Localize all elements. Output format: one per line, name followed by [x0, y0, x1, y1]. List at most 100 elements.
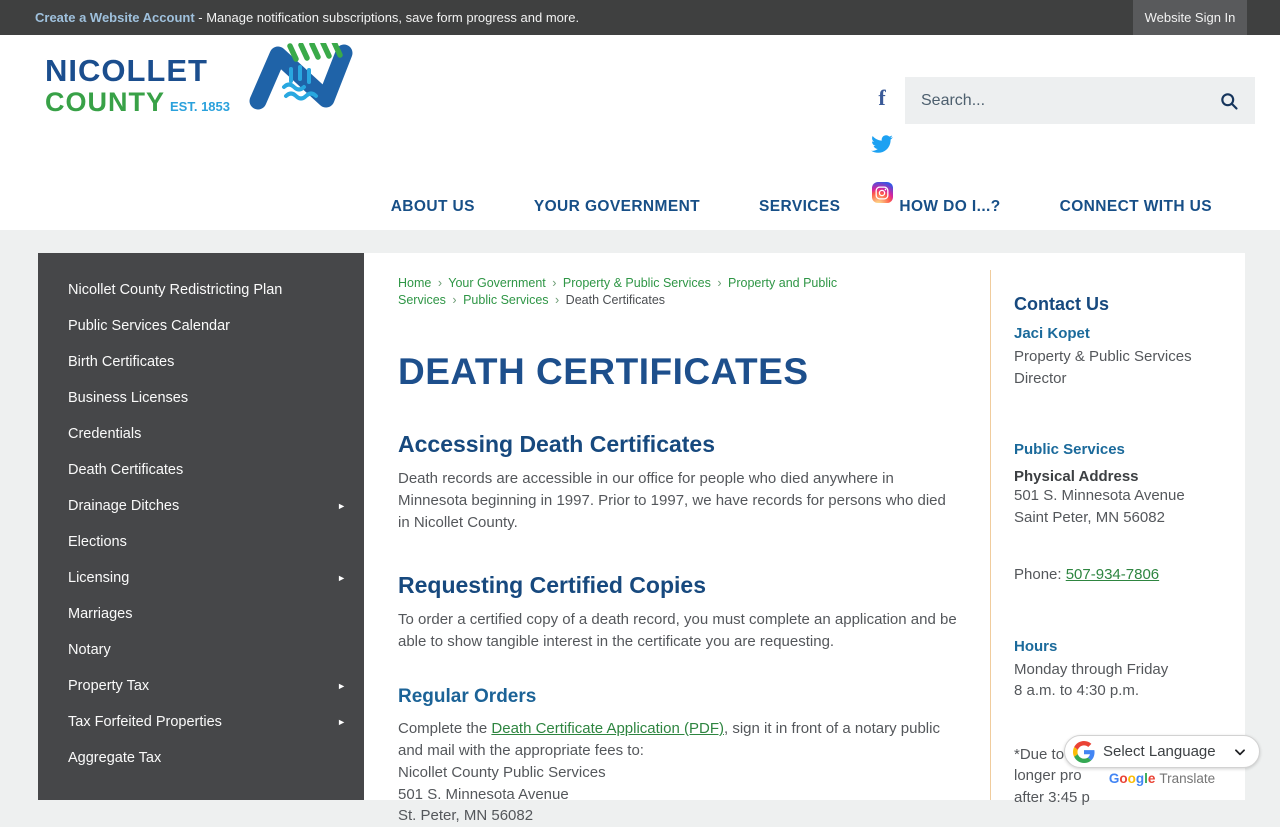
sidebar-item-label: Drainage Ditches	[68, 497, 179, 515]
search-bar	[905, 77, 1255, 124]
google-wordmark: g	[1136, 771, 1144, 786]
breadcrumb-separator: ›	[552, 276, 556, 290]
hours-title: Hours	[1014, 638, 1235, 655]
submenu-arrow-icon: ►	[337, 497, 346, 515]
google-translate-brand: GoogleTranslate	[1064, 771, 1260, 786]
account-tagline: - Manage notification subscriptions, sav…	[195, 10, 579, 25]
twitter-icon[interactable]	[871, 135, 893, 158]
sidebar-item-business-licenses[interactable]: Business Licenses	[38, 380, 364, 416]
nav-services[interactable]: SERVICES	[759, 198, 840, 216]
section-accessing-title: Accessing Death Certificates	[398, 431, 960, 458]
logo-text-est: EST. 1853	[170, 100, 230, 113]
section-regular-orders-body: Complete the Death Certificate Applicati…	[398, 718, 960, 762]
complexity-note-line: after 3:45 p	[1014, 787, 1235, 809]
google-g-icon	[1073, 741, 1095, 763]
regular-orders-prefix: Complete the	[398, 720, 491, 737]
contact-us-title: Contact Us	[1014, 294, 1235, 315]
mail-address-line: St. Peter, MN 56082	[398, 805, 960, 827]
contact-person-link[interactable]: Jaci Kopet	[1014, 325, 1235, 342]
sidebar-item-marriages[interactable]: Marriages	[38, 596, 364, 632]
sidebar-item-label: Death Certificates	[68, 461, 183, 479]
sidebar-item-label: Tax Forfeited Properties	[68, 713, 222, 731]
contact-person-role: Property & Public Services	[1014, 346, 1235, 368]
nav-about-us[interactable]: ABOUT US	[391, 198, 475, 216]
sidebar-item-label: Aggregate Tax	[68, 749, 161, 767]
public-services-link[interactable]: Public Services	[1014, 441, 1235, 458]
main-content: Home › Your Government › Property & Publ…	[364, 253, 990, 800]
physical-address-line: 501 S. Minnesota Avenue	[1014, 485, 1235, 507]
sidebar-item-label: Credentials	[68, 425, 141, 443]
sidebar-item-elections[interactable]: Elections	[38, 524, 364, 560]
breadcrumb-separator: ›	[452, 293, 456, 307]
sidebar-item-licensing[interactable]: Licensing ►	[38, 560, 364, 596]
sidebar-item-drainage-ditches[interactable]: Drainage Ditches ►	[38, 488, 364, 524]
section-requesting-title: Requesting Certified Copies	[398, 572, 960, 599]
sidebar-item-label: Nicollet County Redistricting Plan	[68, 281, 282, 299]
breadcrumb-separator: ›	[555, 293, 559, 307]
sidebar-item-label: Birth Certificates	[68, 353, 174, 371]
google-wordmark: G	[1109, 771, 1120, 786]
hours-line: 8 a.m. to 4:30 p.m.	[1014, 680, 1235, 702]
google-wordmark: e	[1148, 771, 1156, 786]
death-certificate-application-pdf-link[interactable]: Death Certificate Application (PDF)	[491, 720, 724, 737]
top-utility-bar: Create a Website Account - Manage notifi…	[0, 0, 1280, 35]
logo-text-nicollet: NICOLLET	[45, 55, 230, 86]
topbar-spacer	[1247, 0, 1280, 35]
phone-label: Phone:	[1014, 566, 1066, 583]
submenu-arrow-icon: ►	[337, 713, 346, 731]
sidebar-item-label: Elections	[68, 533, 127, 551]
contact-person-role: Director	[1014, 368, 1235, 390]
google-translate-widget: Select Language GoogleTranslate	[1064, 735, 1260, 786]
nav-how-do-i[interactable]: HOW DO I...?	[899, 198, 1000, 216]
select-language-dropdown[interactable]: Select Language	[1064, 735, 1260, 768]
logo-text-county: COUNTY	[45, 89, 165, 116]
physical-address-line: Saint Peter, MN 56082	[1014, 507, 1235, 529]
select-language-label: Select Language	[1103, 743, 1233, 760]
sidebar-item-redistricting-plan[interactable]: Nicollet County Redistricting Plan	[38, 272, 364, 308]
translate-word: Translate	[1159, 771, 1215, 786]
website-sign-in-button[interactable]: Website Sign In	[1133, 0, 1247, 35]
county-logo-mark-icon	[244, 43, 356, 122]
nav-your-government[interactable]: YOUR GOVERNMENT	[534, 198, 700, 216]
phone-row: Phone: 507-934-7806	[1014, 564, 1235, 586]
sidebar-item-label: Licensing	[68, 569, 129, 587]
hours-line: Monday through Friday	[1014, 659, 1235, 681]
main-navigation: ABOUT US YOUR GOVERNMENT SERVICES HOW DO…	[391, 184, 1212, 230]
breadcrumb-current: Death Certificates	[566, 293, 665, 307]
sidebar-item-credentials[interactable]: Credentials	[38, 416, 364, 452]
sidebar-item-label: Marriages	[68, 605, 132, 623]
sidebar-item-aggregate-tax[interactable]: Aggregate Tax	[38, 740, 364, 776]
breadcrumb-property-public-services[interactable]: Property & Public Services	[563, 276, 711, 290]
google-wordmark: o	[1128, 771, 1136, 786]
account-promo: Create a Website Account - Manage notifi…	[0, 10, 579, 25]
sidebar-item-public-services-calendar[interactable]: Public Services Calendar	[38, 308, 364, 344]
sidebar-item-birth-certificates[interactable]: Birth Certificates	[38, 344, 364, 380]
county-logo[interactable]: NICOLLET COUNTY EST. 1853	[45, 49, 356, 122]
google-wordmark: o	[1119, 771, 1127, 786]
site-header: NICOLLET COUNTY EST. 1853	[0, 35, 1280, 230]
search-icon[interactable]	[1219, 91, 1239, 111]
page-title: DEATH CERTIFICATES	[398, 351, 960, 393]
create-account-link[interactable]: Create a Website Account	[35, 10, 195, 25]
breadcrumb-separator: ›	[438, 276, 442, 290]
sidebar-item-death-certificates[interactable]: Death Certificates	[38, 452, 364, 488]
mail-address-line: 501 S. Minnesota Avenue	[398, 784, 960, 806]
breadcrumb-home[interactable]: Home	[398, 276, 431, 290]
breadcrumb-your-government[interactable]: Your Government	[448, 276, 546, 290]
contact-sidebar: Contact Us Jaci Kopet Property & Public …	[990, 270, 1245, 800]
chevron-down-icon	[1233, 745, 1247, 759]
breadcrumb: Home › Your Government › Property & Publ…	[398, 275, 838, 309]
breadcrumb-separator: ›	[717, 276, 721, 290]
submenu-arrow-icon: ►	[337, 569, 346, 587]
breadcrumb-public-services[interactable]: Public Services	[463, 293, 548, 307]
left-side-navigation: Nicollet County Redistricting Plan Publi…	[38, 253, 364, 800]
phone-number-link[interactable]: 507-934-7806	[1066, 566, 1159, 583]
search-input[interactable]	[921, 92, 1219, 110]
facebook-icon[interactable]: f	[878, 85, 885, 111]
sidebar-item-notary[interactable]: Notary	[38, 632, 364, 668]
physical-address-label: Physical Address	[1014, 468, 1235, 485]
sidebar-item-property-tax[interactable]: Property Tax►	[38, 668, 364, 704]
nav-connect-with-us[interactable]: CONNECT WITH US	[1060, 198, 1212, 216]
sidebar-item-tax-forfeited-properties[interactable]: Tax Forfeited Properties ►	[38, 704, 364, 740]
sidebar-item-label: Notary	[68, 641, 111, 659]
